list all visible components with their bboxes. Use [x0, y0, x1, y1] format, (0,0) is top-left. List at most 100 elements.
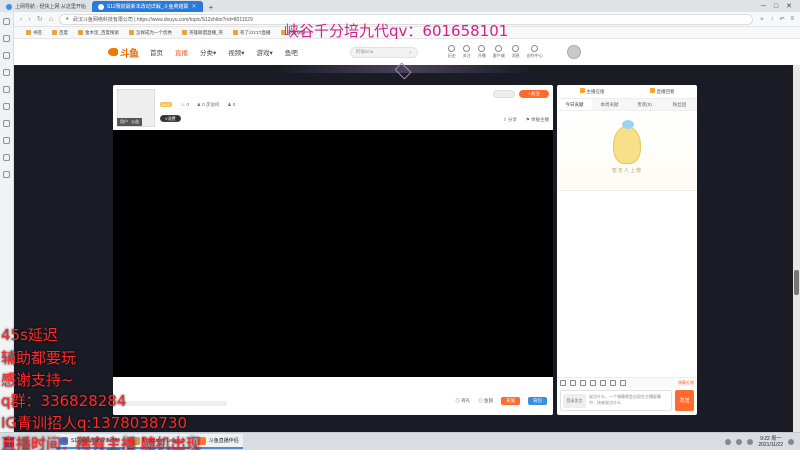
bell-icon [512, 45, 520, 52]
search-icon[interactable]: ⌕ [409, 50, 412, 55]
sidebar-app-icon[interactable] [3, 69, 10, 76]
send-button[interactable]: 发送 [675, 390, 694, 411]
share-button[interactable]: ⇪ 分享 [503, 117, 517, 123]
nav-yuba[interactable]: 鱼吧 [285, 47, 298, 57]
vip-tag[interactable]: V消费 [160, 115, 181, 122]
nav-games[interactable]: 游戏▾ [257, 47, 273, 57]
history-button[interactable]: 历史 [448, 45, 456, 59]
new-tab-button[interactable]: + [203, 3, 220, 12]
chat-input[interactable]: 登录发言 说点什么，一个弹幕就会出现在主播屏幕中，快来说点什么 [560, 390, 672, 411]
site-search-input[interactable]: 阿福sma ⌕ [349, 46, 418, 58]
tab-vip[interactable]: 贵宾(0) [627, 99, 662, 110]
home-icon[interactable]: ⌂ [49, 16, 53, 23]
chat-tools: 弹幕礼物 [557, 377, 697, 387]
tab-week[interactable]: 本周贡献 [592, 99, 627, 110]
emoji-icon[interactable] [560, 379, 566, 386]
tab-today[interactable]: 今日贡献 [557, 99, 592, 110]
support-button[interactable]: 主播应援 [579, 88, 605, 95]
chat-area[interactable] [557, 190, 697, 375]
gift-link[interactable]: ◎ 有礼 [455, 398, 470, 404]
start-live-button[interactable]: 开播 [478, 45, 486, 59]
gift-bar [117, 401, 227, 406]
bookmark-item[interactable]: 有了zzz'LT直播 [233, 30, 271, 36]
host-tag: 用户 公益 [117, 118, 142, 126]
notify-toggle[interactable] [493, 90, 515, 98]
sidebar-app-icon[interactable] [3, 86, 10, 93]
recharge-button[interactable]: 充值 [501, 397, 520, 405]
system-tray: 9:22 周一 2021/11/22 [725, 436, 800, 448]
refresh-icon[interactable]: ↻ [37, 15, 43, 23]
tab-fans[interactable]: 粉丝团 [662, 99, 697, 110]
forward-icon[interactable]: › [28, 16, 30, 23]
sidebar-app-icon[interactable] [3, 52, 10, 59]
clean-icon[interactable] [620, 379, 626, 386]
client-button[interactable]: 客户端 [493, 45, 505, 59]
yuchi-link[interactable]: ◎ 鱼翅 [478, 398, 493, 404]
user-avatar[interactable] [566, 45, 581, 59]
scroll-thumb[interactable] [794, 270, 799, 295]
bookmark-item[interactable]: 百度 [52, 30, 68, 36]
bookmark-item[interactable]: 金木坚_百度搜索 [78, 30, 119, 36]
nav-category[interactable]: 分类▾ [200, 47, 216, 57]
fans-badge-icon[interactable] [570, 379, 576, 386]
login-to-chat-badge[interactable]: 登录发言 [563, 394, 586, 408]
follow-button[interactable]: +关注 [519, 90, 549, 98]
sidebar-app-icon[interactable] [3, 18, 10, 25]
menu-icon[interactable]: ≡ [790, 16, 794, 23]
report-button[interactable]: ⚑ 举报主播 [526, 117, 549, 123]
messages-button[interactable]: 消息 [512, 45, 520, 59]
network-icon[interactable] [725, 438, 732, 445]
bookmark-item[interactable]: 书签 [26, 30, 42, 36]
sidebar-app-icon[interactable] [3, 137, 10, 144]
bookmark-item[interactable]: 英雄联盟直播_英 [182, 30, 223, 36]
rank-tabs: 今日贡献 本周贡献 贵宾(0) 粉丝团 [557, 99, 697, 111]
secure-lock-icon: ● [65, 16, 69, 22]
gift-icon[interactable] [580, 379, 586, 386]
douyu-logo[interactable]: 斗鱼 [108, 45, 139, 60]
sidebar-app-icon[interactable] [3, 35, 10, 42]
fire-icon: ♨ [181, 102, 186, 107]
video-player[interactable] [113, 130, 553, 377]
minimize-button[interactable]: ─ [761, 3, 766, 10]
notification-icon[interactable] [788, 438, 794, 445]
nav-home[interactable]: 首页 [150, 47, 163, 57]
browser-tab-active[interactable]: S12赛前最新本改动详解_斗鱼英雄联 ✕ [91, 1, 203, 12]
overlay-line: 直播时间：稀有主播 随机出现 [1, 435, 201, 450]
gift-icon: ◎ [455, 398, 460, 403]
close-window-button[interactable]: ✕ [786, 2, 792, 10]
nav-video[interactable]: 视频▾ [228, 47, 244, 57]
sidebar-app-icon[interactable] [3, 171, 10, 178]
visits-stat: ♟ 0 次访问 [196, 102, 220, 107]
block-icon[interactable] [610, 379, 616, 386]
clock[interactable]: 9:22 周一 2021/11/22 [758, 436, 783, 448]
maximize-button[interactable]: □ [774, 3, 778, 10]
window-controls: ─ □ ✕ [761, 0, 800, 12]
mascot-icon [613, 120, 641, 164]
stream-overlay-title: 峡谷千分培九代qv：601658101 [284, 22, 509, 40]
tab-label: S12赛前最新本改动详解_斗鱼英雄联 [106, 4, 189, 10]
undo-icon[interactable]: ↶ [779, 16, 784, 23]
browser-tab-nav[interactable]: 上网导航 - 轻快上网 从这里开始 [0, 1, 92, 12]
support-icon [579, 88, 585, 93]
input-method-icon[interactable] [747, 438, 754, 445]
sidebar-app-icon[interactable] [3, 154, 10, 161]
back-icon[interactable]: ‹ [20, 16, 22, 23]
sidebar-app-icon[interactable] [3, 103, 10, 110]
extension-icon[interactable]: ✧ [759, 16, 764, 23]
creator-center-button[interactable]: 创作中心 [527, 45, 543, 59]
taskbar-item-douyu[interactable]: 斗鱼直播伴侣 [193, 434, 243, 449]
danmu-gift-hint[interactable]: 弹幕礼物 [678, 380, 694, 386]
nav-live[interactable]: 直播 [175, 47, 188, 57]
backpack-button[interactable]: 背包 [528, 397, 547, 405]
follow-list-button[interactable]: 关注 [463, 45, 471, 59]
settings-icon[interactable] [600, 379, 606, 386]
download-icon[interactable]: ↓ [770, 16, 773, 23]
star-icon[interactable] [590, 379, 596, 386]
browser-tools: ✧ ↓ ↶ ≡ [759, 16, 794, 23]
bookmark-item[interactable]: 怎样成为一个优秀 [129, 30, 172, 36]
volume-icon[interactable] [736, 438, 743, 445]
page-scrollbar[interactable] [793, 65, 800, 432]
replay-button[interactable]: 直播回看 [649, 88, 675, 95]
tab-close-icon[interactable]: ✕ [192, 3, 197, 10]
sidebar-app-icon[interactable] [3, 120, 10, 127]
